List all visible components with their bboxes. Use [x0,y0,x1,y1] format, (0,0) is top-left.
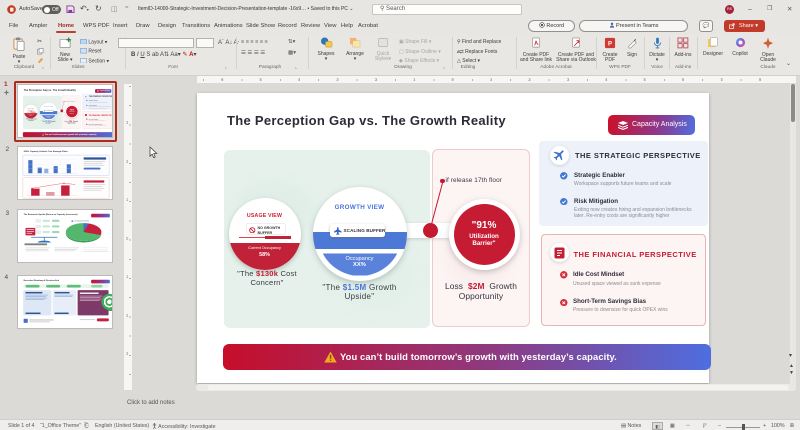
svg-text:P: P [608,41,612,47]
